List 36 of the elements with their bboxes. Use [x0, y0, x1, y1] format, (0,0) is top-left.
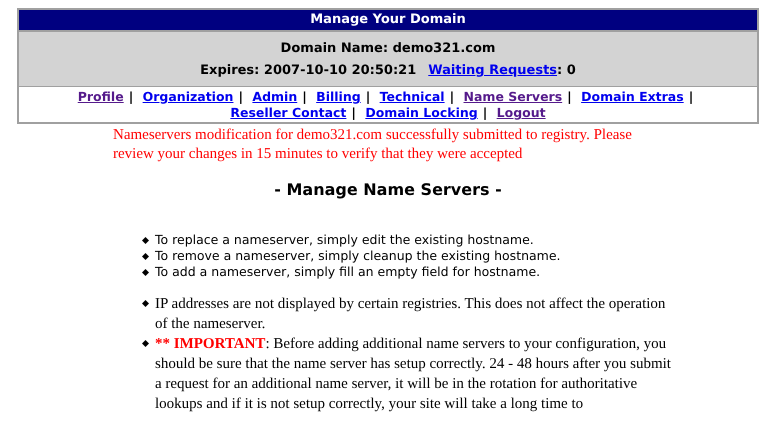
- nav-separator: |: [238, 89, 244, 104]
- nav-link[interactable]: Technical: [380, 89, 445, 104]
- nav-link[interactable]: Profile: [78, 89, 124, 104]
- note-text: IP addresses are not displayed by certain registries. This does not affect the operation of the nameserver.: [155, 296, 666, 332]
- nav-link[interactable]: Reseller Contact: [230, 105, 346, 120]
- success-message: Nameservers modification for demo321.com successfully submitted to registry. Please review your changes in 15 minutes to verify that they were accepted: [113, 126, 633, 164]
- panel-title: Manage Your Domain: [19, 10, 757, 30]
- nav-link[interactable]: Name Servers: [464, 89, 562, 104]
- bullet-icon: [142, 253, 149, 260]
- nav-separator: |: [128, 89, 134, 104]
- expires-text: Expires: 2007-10-10 20:50:21: [200, 63, 416, 78]
- bullet-icon: [142, 269, 149, 276]
- waiting-count: : 0: [557, 63, 576, 78]
- nav-separator: |: [450, 89, 454, 104]
- nav-link[interactable]: Admin: [252, 89, 298, 104]
- nav-link[interactable]: Billing: [316, 89, 361, 104]
- important-note: ** IMPORTANT: Before adding additional name servers to your configuration, you should be sure that the name server has setup correctly. 24 - 48 hours after you submit a request for an additional name server, it will be in the rotation for authoritative lookups and if it is not setup correctly, your site will take a long time to: [155, 336, 671, 412]
- nav-separator: |: [482, 105, 488, 120]
- tip-text: To replace a nameserver, simply edit the existing hostname.: [155, 232, 534, 247]
- bullet-icon: [142, 237, 149, 244]
- nav-link[interactable]: Domain Extras: [581, 89, 684, 104]
- nav-link[interactable]: Domain Locking: [365, 105, 478, 120]
- nav-separator: |: [351, 105, 356, 120]
- bullet-icon: [142, 340, 149, 347]
- nav-link[interactable]: Organization: [142, 89, 234, 104]
- domain-name-text: Domain Name: demo321.com: [280, 41, 496, 56]
- nav-separator: |: [567, 89, 572, 104]
- bullet-icon: [142, 300, 149, 307]
- nav-separator: |: [302, 89, 307, 104]
- section-heading: - Manage Name Servers -: [273, 180, 503, 199]
- nav-separator: |: [688, 89, 694, 104]
- waiting-requests-link[interactable]: Waiting Requests: [428, 63, 558, 78]
- tip-text: To add a nameserver, simply fill an empty field for hostname.: [155, 264, 540, 279]
- nav-separator: |: [366, 89, 370, 104]
- nav-link[interactable]: Logout: [496, 105, 546, 120]
- tip-text: To remove a nameserver, simply cleanup the existing hostname.: [155, 248, 561, 263]
